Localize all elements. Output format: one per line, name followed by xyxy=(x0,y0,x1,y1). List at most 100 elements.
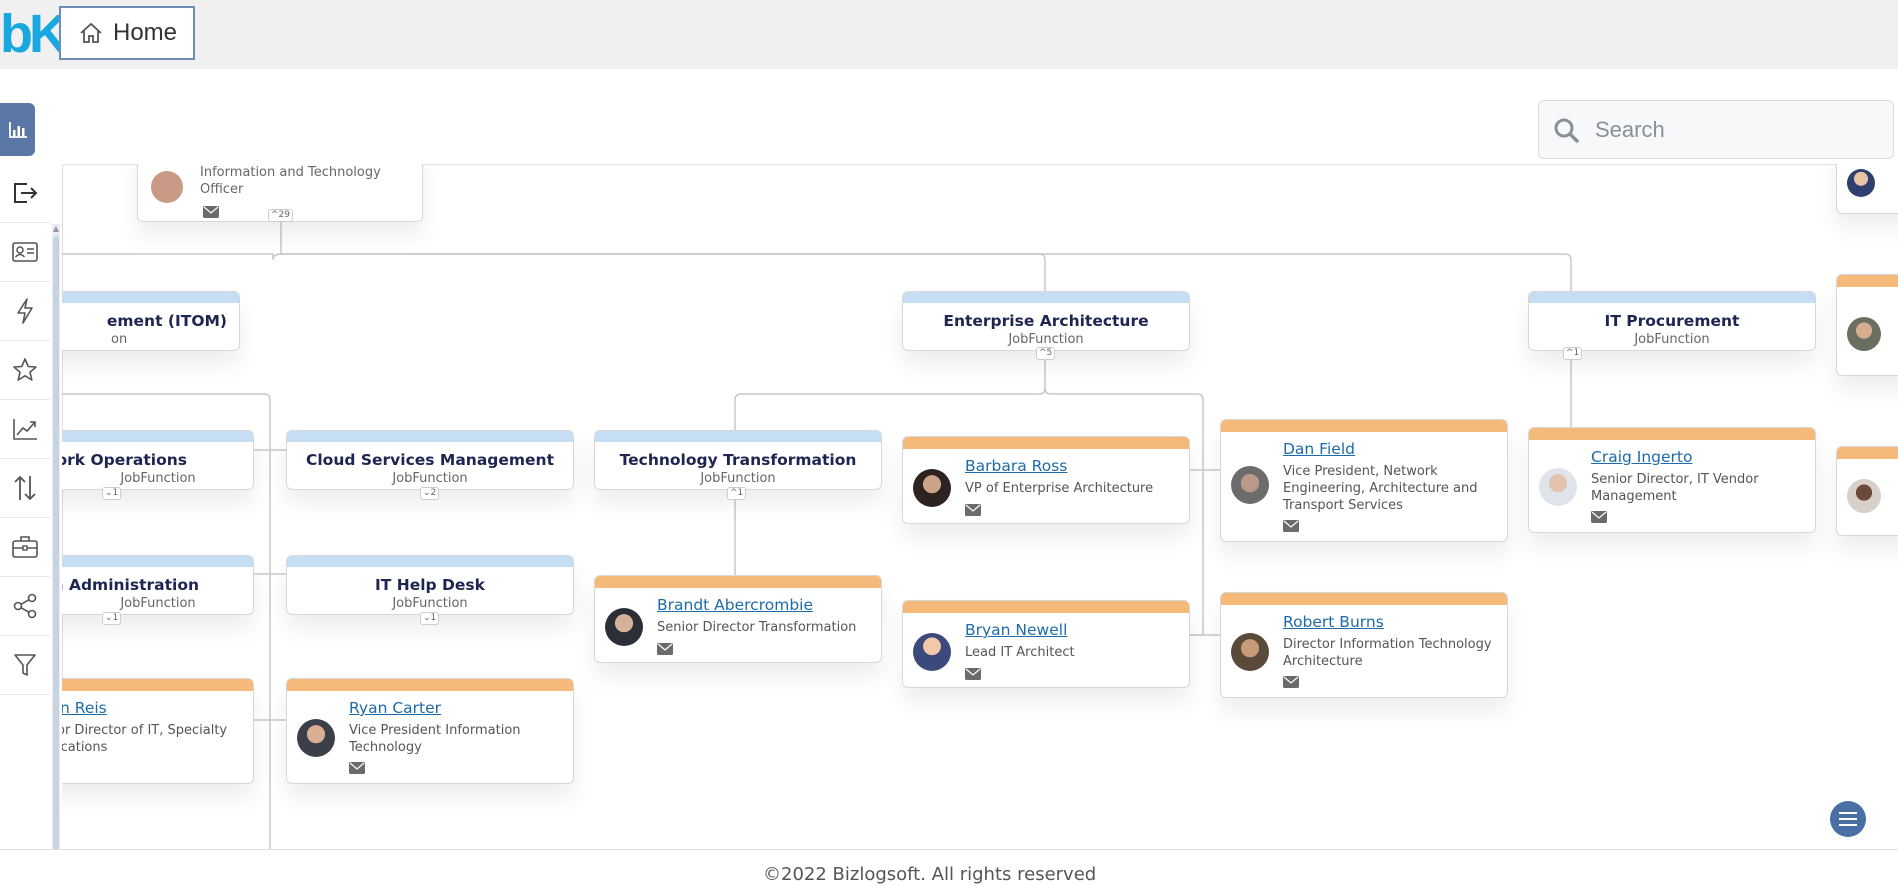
org-chart-canvas[interactable]: Information and Technology Officer ^29 e… xyxy=(62,164,1898,849)
home-icon xyxy=(80,22,102,43)
jobfunction-card-cloud-services[interactable]: Cloud Services Management JobFunction xyxy=(286,430,574,490)
jobfunction-subtitle: JobFunction xyxy=(392,471,468,486)
sidebar-quick-actions[interactable] xyxy=(0,282,50,341)
person-card-reis[interactable]: n Reis or Director of IT, Specialty icat… xyxy=(62,678,254,784)
analytics-toggle-button[interactable] xyxy=(0,103,35,156)
expand-count-badge[interactable]: ⌄1 xyxy=(420,612,440,625)
filter-icon xyxy=(14,654,36,676)
home-button[interactable]: Home xyxy=(59,6,195,60)
person-name-link[interactable]: Ryan Carter xyxy=(349,699,441,717)
person-name-link[interactable]: Brandt Abercrombie xyxy=(657,596,813,614)
jobfunction-subtitle: JobFunction xyxy=(1008,332,1084,347)
person-name-link[interactable]: Barbara Ross xyxy=(965,457,1067,475)
children-count-badge[interactable]: ^1 xyxy=(727,487,747,500)
children-count-badge[interactable]: ^5 xyxy=(1036,347,1056,360)
app-logo[interactable]: bK xyxy=(0,4,68,64)
sidebar-share[interactable] xyxy=(0,577,50,636)
person-name-link[interactable]: Bryan Newell xyxy=(965,621,1067,639)
person-name-link[interactable]: n Reis xyxy=(62,699,107,717)
mail-icon[interactable] xyxy=(965,504,981,516)
chart-menu-button[interactable] xyxy=(1830,801,1866,837)
person-card-ryan-carter[interactable]: Ryan Carter Vice President Information T… xyxy=(286,678,574,784)
expand-count-badge[interactable]: ⌄1 xyxy=(102,487,122,500)
jobfunction-subtitle: JobFunction xyxy=(120,596,196,611)
person-name-link[interactable]: Dan Field xyxy=(1283,440,1355,458)
person-role: Director Information Technology Architec… xyxy=(1283,637,1492,669)
share-icon xyxy=(13,593,37,619)
mail-icon[interactable] xyxy=(965,668,981,680)
org-card-partial-right-top[interactable] xyxy=(1836,164,1898,214)
mail-icon[interactable] xyxy=(1591,511,1607,523)
copyright-text: ©2022 Bizlogsoft. All rights reserved xyxy=(763,864,1097,885)
person-role: Lead IT Architect xyxy=(965,645,1075,660)
avatar xyxy=(1231,633,1269,671)
search-input[interactable] xyxy=(1593,115,1877,144)
person-card-barbara-ross[interactable]: Barbara Ross VP of Enterprise Architectu… xyxy=(902,436,1190,524)
children-count-badge[interactable]: ^29 xyxy=(268,209,293,222)
star-icon xyxy=(13,358,37,381)
expand-count-badge[interactable]: ⌄1 xyxy=(102,612,122,625)
person-name-link[interactable]: Robert Burns xyxy=(1283,613,1384,631)
person-name-link[interactable]: Craig Ingerto xyxy=(1591,448,1692,466)
breadcrumb-strip xyxy=(0,69,1898,97)
avatar xyxy=(1847,479,1881,513)
jobfunction-card-technology-transformation[interactable]: Technology Transformation JobFunction xyxy=(594,430,882,490)
scroll-up-icon[interactable]: ▲ xyxy=(52,224,60,234)
trend-chart-icon xyxy=(13,419,37,440)
lightning-icon xyxy=(17,298,33,324)
jobfunction-title: IT Procurement xyxy=(1604,312,1740,330)
jobfunction-card-enterprise-architecture[interactable]: Enterprise Architecture JobFunction xyxy=(902,291,1190,351)
jobfunction-card-system-administration[interactable]: em Administration JobFunction xyxy=(62,555,254,615)
avatar xyxy=(1539,468,1577,506)
org-card-partial-right-3[interactable] xyxy=(1836,446,1898,536)
person-role: Vice President Information Technology xyxy=(349,723,521,755)
avatar xyxy=(1231,466,1269,504)
sidebar-favorites[interactable] xyxy=(0,341,50,400)
sidebar-filter[interactable] xyxy=(0,636,50,695)
jobfunction-subtitle: JobFunction xyxy=(1634,332,1710,347)
sidebar-sort[interactable] xyxy=(0,459,50,518)
person-card-craig-ingerto[interactable]: Craig Ingerto Senior Director, IT Vendor… xyxy=(1528,427,1816,533)
person-role: Senior Director, IT Vendor Management xyxy=(1591,472,1759,504)
sidebar-logout[interactable] xyxy=(0,164,50,223)
person-card-brandt-abercrombie[interactable]: Brandt Abercrombie Senior Director Trans… xyxy=(594,575,882,663)
bar-chart-icon xyxy=(8,121,27,138)
jobfunction-card-network-operations[interactable]: work Operations JobFunction xyxy=(62,430,254,490)
person-card-robert-burns[interactable]: Robert Burns Director Information Techno… xyxy=(1220,592,1508,698)
jobfunction-title: Enterprise Architecture xyxy=(943,312,1149,330)
jobfunction-title: Cloud Services Management xyxy=(305,451,554,469)
person-role: Information and Technology Officer xyxy=(200,165,381,197)
jobfunction-subtitle: on xyxy=(111,332,128,347)
avatar xyxy=(913,469,951,507)
org-card-partial-right-2[interactable] xyxy=(1836,274,1898,376)
mail-icon[interactable] xyxy=(1283,676,1299,688)
expand-count-badge[interactable]: ⌄2 xyxy=(420,487,440,500)
briefcase-icon xyxy=(12,536,38,558)
person-role: Vice President, Network Engineering, Arc… xyxy=(1283,464,1478,513)
search-icon xyxy=(1554,118,1579,143)
jobfunction-card-it-help-desk[interactable]: IT Help Desk JobFunction xyxy=(286,555,574,615)
avatar xyxy=(605,608,643,646)
avatar xyxy=(151,171,183,203)
children-count-badge[interactable]: ^1 xyxy=(1563,347,1583,360)
home-button-label: Home xyxy=(113,19,178,46)
jobfunction-subtitle: JobFunction xyxy=(392,596,468,611)
contact-card-icon xyxy=(12,242,38,262)
mail-icon[interactable] xyxy=(203,206,219,218)
person-card-dan-field[interactable]: Dan Field Vice President, Network Engine… xyxy=(1220,419,1508,542)
sidebar-scrollbar-thumb[interactable] xyxy=(53,236,59,852)
avatar xyxy=(1847,317,1881,351)
logout-icon xyxy=(14,183,38,203)
sidebar-positions[interactable] xyxy=(0,518,50,577)
avatar xyxy=(1847,169,1875,197)
person-card-bryan-newell[interactable]: Bryan Newell Lead IT Architect xyxy=(902,600,1190,688)
mail-icon[interactable] xyxy=(1283,520,1299,532)
search-box[interactable] xyxy=(1538,100,1894,159)
sidebar-contacts[interactable] xyxy=(0,223,50,282)
mail-icon[interactable] xyxy=(349,762,365,774)
jobfunction-card-itom[interactable]: ement (ITOM) on xyxy=(62,291,240,351)
mail-icon[interactable] xyxy=(657,643,673,655)
jobfunction-card-it-procurement[interactable]: IT Procurement JobFunction xyxy=(1528,291,1816,351)
jobfunction-title: Technology Transformation xyxy=(619,451,857,469)
sidebar-trends[interactable] xyxy=(0,400,50,459)
